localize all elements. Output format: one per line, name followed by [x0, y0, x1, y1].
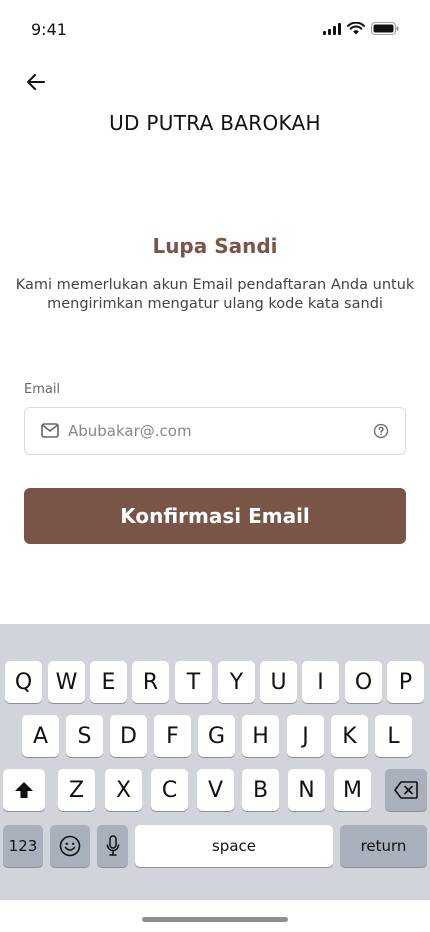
key-t[interactable]: T — [175, 661, 212, 703]
key-g[interactable]: G — [198, 715, 235, 757]
shift-key[interactable] — [3, 769, 45, 811]
email-input[interactable]: Abubakar@.com — [68, 422, 192, 440]
status-bar: 9:41 — [0, 0, 430, 60]
return-key[interactable]: return — [340, 825, 427, 867]
confirm-email-button[interactable]: Konfirmasi Email — [24, 488, 406, 544]
key-w[interactable]: W — [48, 661, 85, 703]
key-x[interactable]: X — [105, 769, 142, 811]
key-q[interactable]: Q — [5, 661, 42, 703]
email-label: Email — [24, 382, 61, 397]
shift-arrow-icon — [15, 782, 33, 798]
key-z[interactable]: Z — [58, 769, 95, 811]
page-description: Kami memerlukan akun Email pendaftaran A… — [15, 277, 415, 312]
key-k[interactable]: K — [331, 715, 368, 757]
back-button[interactable] — [22, 68, 50, 96]
brand-title: UD PUTRA BAROKAH — [109, 111, 321, 135]
key-e[interactable]: E — [90, 661, 127, 703]
space-key[interactable]: space — [135, 825, 333, 867]
key-f[interactable]: F — [154, 715, 191, 757]
status-time: 9:41 — [31, 20, 67, 39]
home-indicator — [142, 917, 288, 922]
key-u[interactable]: U — [260, 661, 297, 703]
key-o[interactable]: O — [345, 661, 382, 703]
backspace-key[interactable] — [385, 769, 427, 811]
key-l[interactable]: L — [375, 715, 412, 757]
key-v[interactable]: V — [197, 769, 234, 811]
keyboard: Q W E R T Y U I O P A S D F G H J K L Z … — [0, 624, 430, 900]
mail-icon — [41, 423, 59, 438]
key-p[interactable]: P — [387, 661, 424, 703]
help-icon[interactable] — [373, 423, 389, 439]
emoji-key[interactable] — [50, 825, 90, 867]
dictation-key[interactable] — [97, 825, 128, 867]
cellular-signal-icon — [323, 22, 341, 35]
key-i[interactable]: I — [302, 661, 339, 703]
key-n[interactable]: N — [288, 769, 325, 811]
key-r[interactable]: R — [132, 661, 169, 703]
wifi-icon — [347, 22, 365, 35]
key-c[interactable]: C — [151, 769, 188, 811]
key-s[interactable]: S — [66, 715, 103, 757]
key-y[interactable]: Y — [218, 661, 255, 703]
key-m[interactable]: M — [334, 769, 371, 811]
key-j[interactable]: J — [287, 715, 324, 757]
key-b[interactable]: B — [242, 769, 279, 811]
microphone-icon — [106, 835, 119, 856]
email-field[interactable]: Abubakar@.com — [24, 407, 406, 455]
key-a[interactable]: A — [22, 715, 59, 757]
key-h[interactable]: H — [242, 715, 279, 757]
page-title: Lupa Sandi — [152, 234, 278, 258]
emoji-icon — [59, 835, 81, 857]
status-icons — [323, 22, 399, 35]
numbers-key[interactable]: 123 — [3, 825, 43, 867]
backspace-icon — [394, 781, 418, 799]
arrow-left-icon — [27, 74, 45, 90]
key-d[interactable]: D — [110, 715, 147, 757]
battery-icon — [371, 22, 399, 35]
